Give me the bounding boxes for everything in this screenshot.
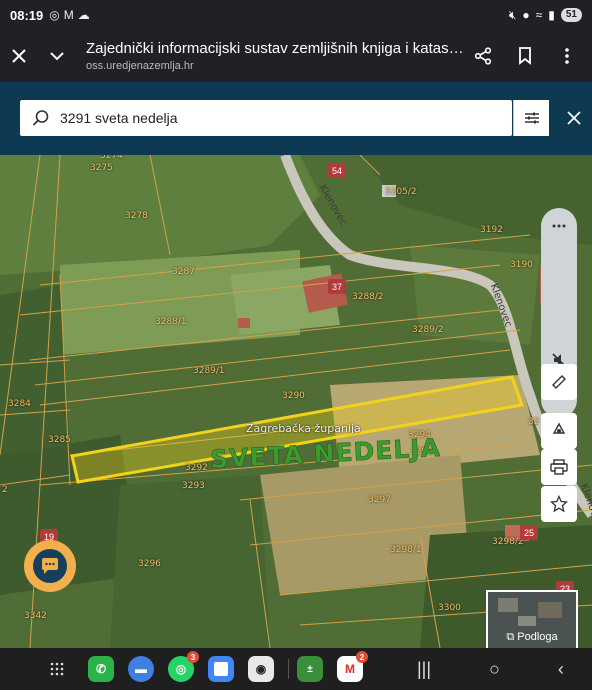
- parcel-label: 3274: [100, 155, 123, 161]
- battery-indicator: 51: [560, 8, 582, 22]
- favorite-button[interactable]: [541, 486, 577, 522]
- parcel-label: 3292: [185, 463, 208, 473]
- gmail-app-icon[interactable]: M2: [337, 651, 368, 682]
- recycle-icon: [552, 422, 566, 434]
- gmail-badge: 2: [356, 651, 368, 663]
- ruler-icon: [552, 375, 566, 389]
- whatsapp-app-icon[interactable]: ◎ 3: [168, 651, 199, 682]
- parcel-label: 3297: [368, 495, 391, 505]
- parcel-label: 3298/1: [390, 545, 422, 555]
- gmail-icon: M: [63, 8, 74, 22]
- cloud-icon: ☁: [77, 8, 90, 22]
- status-bar: 08:19 ◎ M ☁ 🔇︎ ● ≈ ▮ 51: [0, 0, 592, 30]
- collapse-tab-button[interactable]: [38, 30, 76, 82]
- mute-icon: 🔇︎: [508, 7, 517, 22]
- search-panel: 3291 sveta nedelja: [0, 82, 592, 155]
- house-number-marker: 37: [328, 279, 346, 294]
- apps-grid-icon: [50, 662, 64, 676]
- chat-button[interactable]: [24, 540, 76, 592]
- close-icon: [12, 49, 26, 63]
- tab-actions: [464, 30, 592, 82]
- county-label: Zagrebačka županija: [246, 422, 361, 435]
- back-button[interactable]: ‹: [558, 659, 564, 680]
- system-navigation-bar: ✆ ▬ ◎ 3 ◉ ± M2 ||| ○ ‹: [0, 648, 592, 690]
- search-filter-button[interactable]: [513, 100, 549, 136]
- house-number-marker: 25: [520, 525, 538, 540]
- recycle-button[interactable]: [541, 413, 577, 449]
- parcel-label: 3289/1: [193, 366, 225, 376]
- more-tools-button[interactable]: [541, 208, 577, 244]
- parcel-label: 3192: [480, 225, 503, 235]
- location-icon: ●: [522, 8, 530, 22]
- parcel-label: 3275: [90, 163, 113, 173]
- search-icon: [32, 110, 49, 126]
- dock-separator: [288, 659, 289, 679]
- filter-sliders-icon: [524, 112, 539, 124]
- parcel-label: 3290: [282, 391, 305, 401]
- status-notification-icons: ◎ M ☁: [49, 8, 89, 22]
- app-drawer-button[interactable]: [44, 656, 70, 682]
- home-button[interactable]: ○: [489, 659, 500, 680]
- basemap-label: ⧉ Podloga: [506, 631, 558, 643]
- parcel-label: 3205/2: [385, 187, 417, 197]
- parcel-label: 3342: [24, 611, 47, 621]
- whatsapp-badge: 3: [187, 651, 199, 663]
- layers-icon: ⧉: [506, 631, 518, 643]
- parcel-label: 3287: [172, 267, 195, 277]
- chat-bubble-icon: [33, 549, 67, 583]
- page-url: oss.uredjenazemlja.hr: [86, 60, 194, 72]
- parcel-label: 3288/1: [155, 317, 187, 327]
- calculator-app-icon[interactable]: ±: [297, 656, 323, 682]
- signal-icon: ▮: [548, 8, 555, 22]
- status-system-icons: 🔇︎ ● ≈ ▮ 51: [509, 8, 582, 23]
- measure-button[interactable]: [541, 364, 577, 400]
- share-icon: [474, 47, 492, 65]
- print-button[interactable]: [541, 449, 577, 485]
- camera-app-icon[interactable]: ◉: [248, 656, 274, 682]
- close-icon: [567, 111, 581, 125]
- parcel-label: 3278: [125, 211, 148, 221]
- house-number-marker: 54: [328, 163, 346, 178]
- parcel-label: 3296: [138, 559, 161, 569]
- parcel-label: 3298/2: [492, 537, 524, 547]
- page-title: Zajednički informacijski sustav zemljišn…: [86, 40, 464, 57]
- search-query-text: 3291 sveta nedelja: [60, 110, 178, 126]
- close-tab-button[interactable]: [0, 30, 38, 82]
- map-imagery: [0, 155, 592, 648]
- wifi-icon: ≈: [535, 8, 543, 22]
- basemap-button[interactable]: ⧉ Podloga: [486, 590, 578, 650]
- messages-app-icon[interactable]: ▬: [128, 656, 154, 682]
- nav-keys: ||| ○ ‹: [417, 659, 564, 680]
- parcel-label: 3289/2: [412, 325, 444, 335]
- browser-tab-header: Zajednički informacijski sustav zemljišn…: [0, 30, 592, 82]
- more-horiz-icon: [552, 224, 566, 228]
- recents-button[interactable]: |||: [417, 659, 431, 680]
- more-vert-icon: [565, 48, 569, 64]
- bookmark-icon: [519, 47, 531, 65]
- more-options-button[interactable]: [548, 30, 586, 82]
- parcel-label: 3284: [8, 399, 31, 409]
- status-time: 08:19: [10, 7, 44, 23]
- close-search-button[interactable]: [560, 104, 588, 132]
- tab-title-area: Zajednički informacijski sustav zemljišn…: [76, 40, 464, 72]
- search-input[interactable]: 3291 sveta nedelja: [20, 100, 512, 136]
- phone-app-icon[interactable]: ✆: [88, 656, 114, 682]
- cadastral-map[interactable]: 3274 3275 3278 3205/2 3192 3190 3287 328…: [0, 155, 592, 648]
- parcel-label: 32: [528, 417, 540, 427]
- parcel-label: 3293: [182, 481, 205, 491]
- chevron-down-icon: [50, 52, 64, 61]
- parcel-label: 3288/2: [352, 292, 384, 302]
- share-button[interactable]: [464, 30, 502, 82]
- calendar-app-icon[interactable]: [208, 656, 234, 682]
- star-icon: [550, 495, 568, 513]
- whatsapp-icon: ◎: [49, 8, 60, 22]
- parcel-label: 3300: [438, 603, 461, 613]
- parcel-label: 2: [2, 485, 8, 495]
- bookmark-button[interactable]: [506, 30, 544, 82]
- parcel-label: 3285: [48, 435, 71, 445]
- print-icon: [550, 459, 568, 475]
- parcel-label: 3190: [510, 260, 533, 270]
